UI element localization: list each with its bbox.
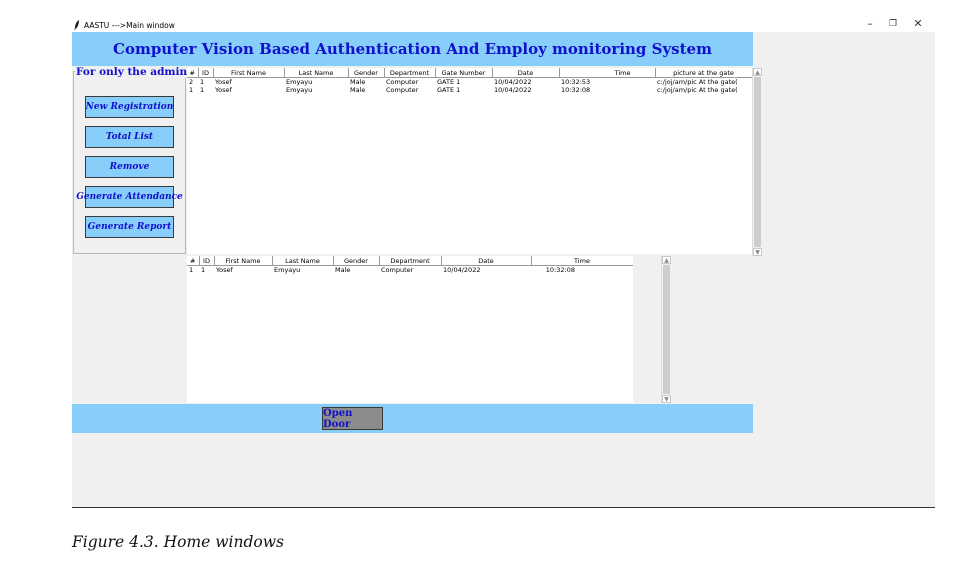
scroll-down-arrow-icon[interactable]: ▼	[753, 248, 762, 256]
column-header[interactable]: #	[187, 256, 200, 266]
table-row[interactable]: 1 1 Yosef Emyayu Male Computer 10/04/202…	[187, 266, 633, 274]
table-cell: 10:32:53	[561, 78, 591, 86]
figure-caption: Figure 4.3. Home windows	[72, 533, 284, 551]
table-header-row: # ID First Name Last Name Gender Departm…	[187, 68, 752, 78]
gate-log-table[interactable]: # ID First Name Last Name Gender Departm…	[187, 68, 752, 254]
column-header[interactable]: First Name	[213, 68, 285, 78]
table-header-row: # ID First Name Last Name Gender Departm…	[187, 256, 633, 266]
table-cell: 2	[189, 78, 194, 86]
column-header[interactable]: Department	[379, 256, 442, 266]
column-header[interactable]: Time	[531, 256, 633, 266]
window-title: AASTU --->Main window	[84, 21, 175, 30]
admin-panel-legend: For only the admins	[75, 66, 195, 78]
column-header[interactable]: Department	[384, 68, 436, 78]
column-header[interactable]: Gate Number	[435, 68, 493, 78]
table-cell: 10/04/2022	[494, 86, 532, 94]
table-cell: Computer	[386, 78, 419, 86]
column-header[interactable]: Date	[492, 68, 560, 78]
footer-band	[72, 404, 753, 433]
table-cell: Male	[350, 78, 366, 86]
table-cell: Emyayu	[286, 86, 313, 94]
attendance-table[interactable]: # ID First Name Last Name Gender Departm…	[187, 256, 633, 403]
column-header[interactable]: Date	[441, 256, 532, 266]
table-cell: Emyayu	[274, 266, 301, 274]
generate-report-button[interactable]: Generate Report	[85, 216, 174, 238]
column-header[interactable]: First Name	[214, 256, 273, 266]
open-door-button[interactable]: Open Door	[322, 407, 383, 430]
restore-button[interactable]: ❐	[883, 19, 903, 29]
gate-log-scrollbar[interactable]: ▲ ▼	[752, 68, 762, 256]
table-cell: 1	[189, 86, 194, 94]
table-cell: 1	[201, 266, 206, 274]
scroll-up-arrow-icon[interactable]: ▲	[662, 256, 671, 264]
table-cell: GATE 1	[437, 86, 461, 94]
table-cell: Computer	[381, 266, 414, 274]
total-list-button[interactable]: Total List	[85, 126, 174, 148]
table-cell: Yosef	[215, 78, 232, 86]
column-header[interactable]: picture at the gate	[655, 68, 752, 78]
table-cell: 1	[200, 86, 205, 94]
divider	[72, 507, 935, 508]
window-titlebar: AASTU --->Main window – ❐ ✕	[0, 0, 955, 32]
table-row[interactable]: 1 1 Yosef Emyayu Male Computer GATE 1 10…	[187, 86, 752, 94]
column-header[interactable]: Last Name	[272, 256, 334, 266]
table-cell: 10/04/2022	[494, 78, 532, 86]
page-title: Computer Vision Based Authentication And…	[113, 40, 712, 58]
table-cell: 10/04/2022	[443, 266, 481, 274]
minimize-button[interactable]: –	[860, 17, 880, 30]
table-cell: 10:32:08	[561, 86, 591, 94]
table-cell: 1	[200, 78, 205, 86]
table-cell: Emyayu	[286, 78, 313, 86]
table-cell: c:/joj/am/pic At the gate(	[657, 86, 738, 94]
table-cell: Yosef	[216, 266, 233, 274]
scroll-down-arrow-icon[interactable]: ▼	[662, 395, 671, 403]
close-button[interactable]: ✕	[908, 17, 928, 30]
table-cell: Male	[335, 266, 351, 274]
remove-button[interactable]: Remove	[85, 156, 174, 178]
generate-attendance-button[interactable]: Generate Attendance	[76, 186, 183, 208]
table-cell: GATE 1	[437, 78, 461, 86]
table-cell: Computer	[386, 86, 419, 94]
column-header[interactable]: #	[187, 68, 199, 78]
column-header[interactable]: Time	[559, 68, 656, 78]
scroll-up-arrow-icon[interactable]: ▲	[753, 68, 762, 76]
column-header[interactable]: ID	[199, 256, 215, 266]
table-cell: 1	[189, 266, 194, 274]
feather-icon	[74, 20, 79, 30]
table-cell: c:/joj/am/pic At the gate(	[657, 78, 738, 86]
attendance-scrollbar[interactable]: ▲ ▼	[661, 256, 671, 403]
table-cell: Male	[350, 86, 366, 94]
table-row[interactable]: 2 1 Yosef Emyayu Male Computer GATE 1 10…	[187, 78, 752, 86]
scrollbar-thumb[interactable]	[663, 265, 670, 394]
table-cell: Yosef	[215, 86, 232, 94]
column-header[interactable]: Gender	[333, 256, 380, 266]
scrollbar-thumb[interactable]	[754, 77, 761, 247]
table-cell: 10:32:08	[545, 266, 575, 274]
column-header[interactable]: ID	[198, 68, 214, 78]
new-registration-button[interactable]: New Registration	[85, 96, 174, 118]
column-header[interactable]: Gender	[348, 68, 385, 78]
column-header[interactable]: Last Name	[284, 68, 349, 78]
